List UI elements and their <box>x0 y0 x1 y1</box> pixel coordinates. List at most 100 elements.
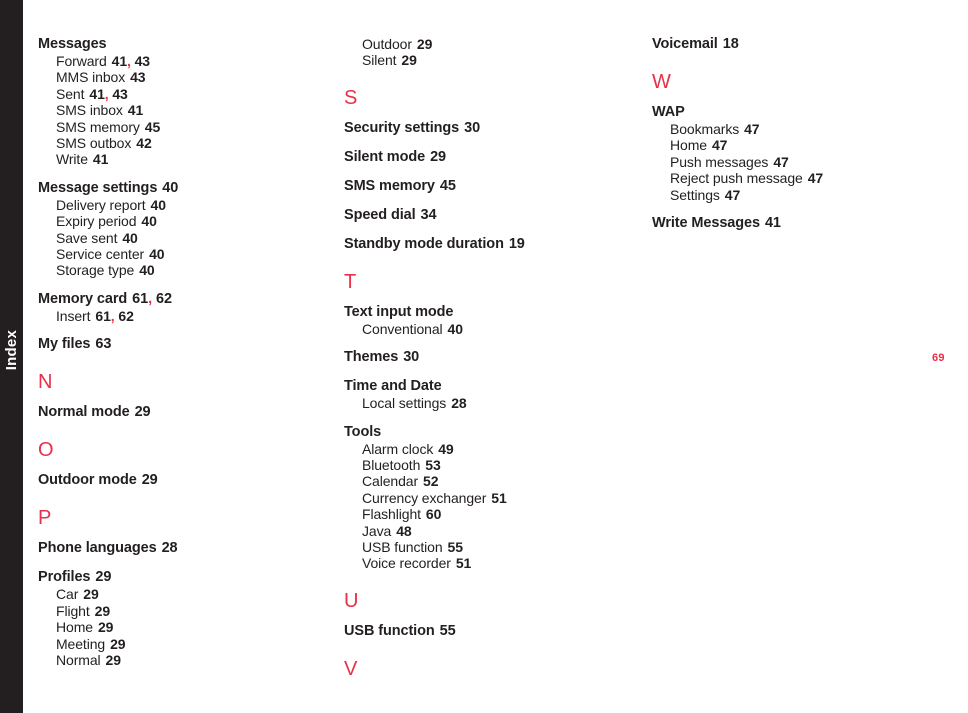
index-entry-main[interactable]: Tools <box>344 424 629 441</box>
index-entry-sub[interactable]: Push messages 47 <box>652 154 937 170</box>
index-entry-sub[interactable]: Sent 41, 43 <box>38 86 323 102</box>
index-entry-main[interactable]: USB function 55 <box>344 623 629 640</box>
index-entry-sub[interactable]: Forward 41, 43 <box>38 53 323 69</box>
index-entry-sub-label: Home <box>670 137 707 154</box>
index-entry-sub[interactable]: Expiry period 40 <box>38 213 323 229</box>
index-entry-main[interactable]: Messages <box>38 36 323 53</box>
index-entry-main[interactable]: Voicemail 18 <box>652 36 937 53</box>
index-entry-sub[interactable]: Outdoor 29 <box>344 36 629 52</box>
index-entry-group: WAP Bookmarks 47 Home 47 Push messages 47 Rejec… <box>652 104 937 203</box>
entry-page-numbers: 40 <box>141 213 156 229</box>
index-entry-group: Silent mode 29 <box>344 149 629 166</box>
letter-section-heading-s: S <box>344 86 358 109</box>
entry-page-numbers: 41 <box>765 215 781 231</box>
index-entry-sub[interactable]: USB function 55 <box>344 539 629 555</box>
index-entry-main[interactable]: Time and Date <box>344 378 629 395</box>
page-number: 49 <box>438 440 454 457</box>
index-entry-sub-label: Home <box>56 619 93 636</box>
index-entry-sub[interactable]: Home 47 <box>652 137 937 153</box>
index-entry-main[interactable]: Security settings 30 <box>344 120 629 137</box>
page-number: 40 <box>139 262 155 279</box>
index-entry-sub-label: Normal <box>56 651 101 668</box>
page-number: 41 <box>764 215 781 232</box>
page-number: 40 <box>447 320 463 337</box>
index-entry-sub[interactable]: Local settings 28 <box>344 395 629 411</box>
index-entry-sub[interactable]: Write 41 <box>38 151 323 167</box>
index-entry-sub[interactable]: Conventional 40 <box>344 321 629 337</box>
index-entry-sub[interactable]: Currency exchanger 51 <box>344 490 629 506</box>
index-entry-sub[interactable]: Java 48 <box>344 523 629 539</box>
index-entry-sub[interactable]: Settings 47 <box>652 187 937 203</box>
index-entry-sub[interactable]: Flashlight 60 <box>344 506 629 522</box>
index-entry-sub[interactable]: Save sent 40 <box>38 230 323 246</box>
page-number: 29 <box>401 52 417 69</box>
index-entry-sub[interactable]: Silent 29 <box>344 52 629 68</box>
index-entry-main[interactable]: Message settings 40 <box>38 180 323 197</box>
index-entry-main[interactable]: Standby mode duration 19 <box>344 236 629 253</box>
page-number: 29 <box>83 586 99 603</box>
index-entry-main[interactable]: WAP <box>652 104 937 121</box>
index-entry-sub[interactable]: Service center 40 <box>38 246 323 262</box>
index-entry-main[interactable]: Memory card 61, 62 <box>38 291 323 308</box>
index-entry-sub[interactable]: Flight 29 <box>38 603 323 619</box>
index-entry-sub[interactable]: Alarm clock 49 <box>344 441 629 457</box>
index-entry-main[interactable]: Write Messages 41 <box>652 215 937 232</box>
index-entry-sub-label: Alarm clock <box>362 440 434 457</box>
index-entry-sub[interactable]: SMS outbox 42 <box>38 135 323 151</box>
index-entry-sub[interactable]: Insert 61, 62 <box>38 308 323 324</box>
page-number: 41 <box>111 53 128 69</box>
index-entry-sub[interactable]: Home 29 <box>38 619 323 635</box>
index-entry-main[interactable]: Speed dial 34 <box>344 207 629 224</box>
index-entry-group: Speed dial 34 <box>344 207 629 224</box>
index-entry-sub-label: Flashlight <box>362 506 421 523</box>
index-entry-sub-label: Insert <box>56 307 91 324</box>
entry-page-numbers: 34 <box>421 207 437 223</box>
index-entry-main[interactable]: Profiles 29 <box>38 569 323 586</box>
entry-page-numbers: 29 <box>142 472 158 488</box>
index-entry-sub-label: Car <box>56 586 79 603</box>
index-entry-sub[interactable]: SMS memory 45 <box>38 119 323 135</box>
index-entry-main[interactable]: Silent mode 29 <box>344 149 629 166</box>
page-number: 41 <box>127 102 144 119</box>
index-entry-sub[interactable]: Storage type 40 <box>38 262 323 278</box>
index-entry-main-label: My files <box>38 336 91 353</box>
page-number: 47 <box>744 121 760 137</box>
index-entry-main[interactable]: Normal mode 29 <box>38 404 323 421</box>
index-entry-sub[interactable]: Delivery report 40 <box>38 197 323 213</box>
entry-page-numbers: 41, 43 <box>112 53 150 69</box>
index-entry-sub[interactable]: Voice recorder 51 <box>344 555 629 571</box>
entry-page-numbers: 49 <box>438 441 453 457</box>
index-entry-main[interactable]: My files 63 <box>38 336 323 353</box>
index-entry-sub[interactable]: Calendar 52 <box>344 473 629 489</box>
index-entry-sub-label: Conventional <box>362 320 443 337</box>
index-entry-main[interactable]: SMS memory 45 <box>344 178 629 195</box>
page-number: 48 <box>396 522 412 539</box>
entry-page-numbers: 61, 62 <box>95 308 133 324</box>
index-entry-main[interactable]: Phone languages 28 <box>38 540 323 557</box>
entry-page-numbers: 47 <box>725 187 740 203</box>
page-number: 29 <box>110 635 126 652</box>
index-entry-sub-label: Write <box>56 151 88 168</box>
index-entry-sub[interactable]: SMS inbox 41 <box>38 102 323 118</box>
page-number: 40 <box>122 229 138 246</box>
index-entry-main[interactable]: Text input mode <box>344 304 629 321</box>
index-entry-main[interactable]: Themes 30 <box>344 349 629 366</box>
index-entry-main[interactable]: Outdoor mode 29 <box>38 472 323 489</box>
index-entry-sub[interactable]: Meeting 29 <box>38 636 323 652</box>
index-entry-sub-label: Storage type <box>56 262 135 279</box>
index-entry-main-label: Themes <box>344 349 399 366</box>
entry-page-numbers: 47 <box>744 121 759 137</box>
index-entry-sub[interactable]: Reject push message 47 <box>652 170 937 186</box>
entry-page-numbers: 30 <box>464 120 480 136</box>
index-entry-sub-label: Voice recorder <box>362 555 451 572</box>
index-entry-sub[interactable]: Normal 29 <box>38 652 323 668</box>
entry-page-numbers: 40 <box>448 321 463 337</box>
index-entry-sub-label: Java <box>362 522 392 539</box>
index-entry-sub[interactable]: Car 29 <box>38 586 323 602</box>
index-entry-sub[interactable]: Bluetooth 53 <box>344 457 629 473</box>
index-entry-sub[interactable]: MMS inbox 43 <box>38 69 323 85</box>
index-entry-group: Standby mode duration 19 <box>344 236 629 253</box>
index-entry-sub[interactable]: Bookmarks 47 <box>652 121 937 137</box>
page-number: 40 <box>141 213 157 230</box>
entry-page-numbers: 52 <box>423 473 438 489</box>
